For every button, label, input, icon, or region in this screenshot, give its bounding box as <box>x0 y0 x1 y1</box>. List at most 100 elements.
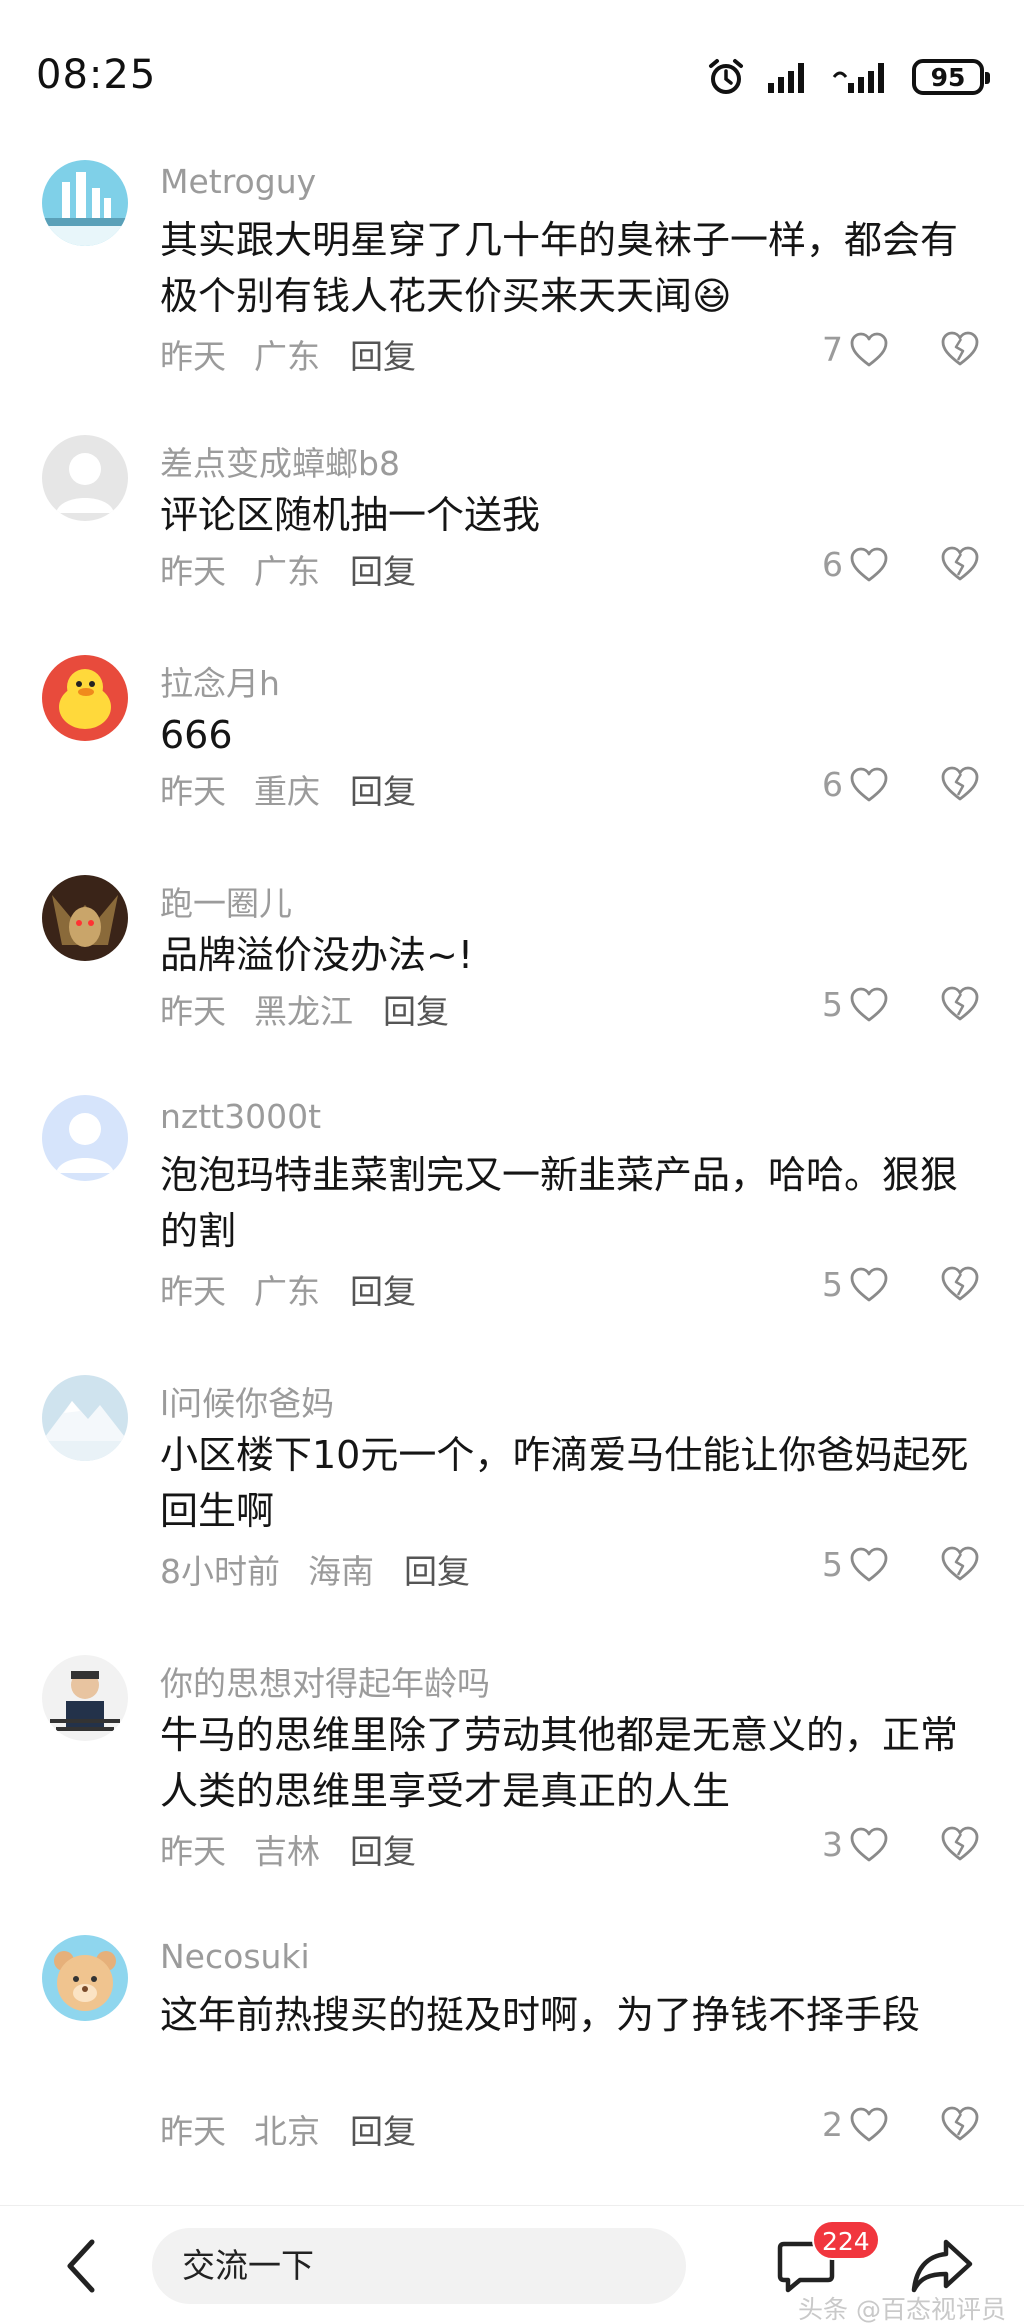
avatar[interactable] <box>42 1935 128 2021</box>
comment-meta: 8小时前 海南 回复 <box>160 1545 470 1593</box>
share-icon <box>911 2239 973 2293</box>
dislike-heart-icon <box>941 766 979 801</box>
comment-text: 其实跟大明星穿了几十年的臭袜子一样，都会有极个别有钱人花天价买来天天闻😆 <box>160 218 959 318</box>
battery-icon: 95 <box>912 59 990 95</box>
watermark: 头条 @百态视评员 <box>798 2295 1006 2323</box>
comment-text: 666 <box>160 713 233 757</box>
comment-username[interactable]: Necosuki <box>160 1937 310 1976</box>
heart-icon <box>850 547 888 581</box>
heart-icon <box>850 767 888 801</box>
dislike-button[interactable] <box>940 765 980 803</box>
dislike-button[interactable] <box>940 330 980 368</box>
like-count: 5 <box>822 1545 843 1584</box>
comment-location: 广东 <box>254 552 320 591</box>
back-button[interactable] <box>58 2236 108 2296</box>
avatar[interactable] <box>42 435 128 521</box>
comment-text: 泡泡玛特韭菜割完又一新韭菜产品，哈哈。狠狠的割 <box>160 1153 959 1253</box>
reply-button[interactable]: 回复 <box>350 1825 416 1873</box>
dislike-heart-icon <box>941 986 979 1021</box>
comment-text: 评论区随机抽一个送我 <box>160 493 541 537</box>
like-count: 3 <box>822 1825 843 1864</box>
comment-location: 重庆 <box>254 772 320 811</box>
reply-button[interactable]: 回复 <box>350 330 416 378</box>
dislike-button[interactable] <box>940 545 980 583</box>
comment-username[interactable]: 拉念月h <box>160 657 280 705</box>
dislike-heart-icon <box>941 2106 979 2141</box>
dislike-heart-icon <box>941 1266 979 1301</box>
reply-button[interactable]: 回复 <box>383 985 449 1033</box>
comment-time: 昨天 <box>160 1272 226 1311</box>
dislike-heart-icon <box>941 331 979 366</box>
comment-username[interactable]: 跑一圈儿 <box>160 877 292 925</box>
like-count: 2 <box>822 2105 843 2144</box>
comment-username[interactable]: nztt3000t <box>160 1097 321 1136</box>
like-count: 6 <box>822 545 843 584</box>
comment-location: 黑龙江 <box>254 992 353 1031</box>
like-count: 5 <box>822 1265 843 1304</box>
comment-text: 品牌溢价没办法~! <box>160 933 474 977</box>
like-button[interactable]: 2 <box>822 2105 889 2144</box>
reply-button[interactable]: 回复 <box>350 1265 416 1313</box>
comment-meta: 昨天 广东 回复 <box>160 1265 416 1313</box>
signal-icon <box>768 63 804 93</box>
reply-button[interactable]: 回复 <box>404 1545 470 1593</box>
avatar[interactable] <box>42 160 128 246</box>
comment-time: 昨天 <box>160 772 226 811</box>
dislike-button[interactable] <box>940 1825 980 1863</box>
dislike-button[interactable] <box>940 1265 980 1303</box>
comment-time: 昨天 <box>160 337 226 376</box>
like-button[interactable]: 3 <box>822 1825 889 1864</box>
comment-meta: 昨天 重庆 回复 <box>160 765 416 813</box>
comment-time: 昨天 <box>160 1832 226 1871</box>
reply-button[interactable]: 回复 <box>350 765 416 813</box>
like-button[interactable]: 5 <box>822 985 889 1024</box>
dislike-button[interactable] <box>940 2105 980 2143</box>
reply-button[interactable]: 回复 <box>350 2105 416 2153</box>
reply-button[interactable]: 回复 <box>350 545 416 593</box>
like-button[interactable]: 6 <box>822 545 889 584</box>
comment-text: 这年前热搜买的挺及时啊，为了挣钱不择手段 <box>160 1993 921 2037</box>
heart-icon <box>850 1547 888 1581</box>
like-count: 5 <box>822 985 843 1024</box>
comment-meta: 昨天 广东 回复 <box>160 545 416 593</box>
comment-meta: 昨天 黑龙江 回复 <box>160 985 449 1033</box>
like-button[interactable]: 7 <box>822 330 889 369</box>
like-button[interactable]: 6 <box>822 765 889 804</box>
comment-username[interactable]: 你的思想对得起年龄吗 <box>160 1657 490 1705</box>
avatar[interactable] <box>42 1655 128 1741</box>
comment-username[interactable]: l问候你爸妈 <box>160 1377 334 1425</box>
comment-meta: 昨天 北京 回复 <box>160 2105 416 2153</box>
comment-input[interactable]: 交流一下 <box>152 2228 686 2304</box>
comment-username[interactable]: Metroguy <box>160 162 316 201</box>
dislike-heart-icon <box>941 546 979 581</box>
dislike-button[interactable] <box>940 1545 980 1583</box>
comment-location: 广东 <box>254 1272 320 1311</box>
heart-icon <box>850 1827 888 1861</box>
comment-location: 北京 <box>254 2112 320 2151</box>
like-button[interactable]: 5 <box>822 1545 889 1584</box>
bottom-bar: 交流一下 224 头条 @百态视评员 <box>0 2205 1024 2323</box>
status-icons: 95 <box>706 55 990 99</box>
like-button[interactable]: 5 <box>822 1265 889 1304</box>
avatar[interactable] <box>42 1095 128 1181</box>
avatar[interactable] <box>42 1375 128 1461</box>
like-count: 6 <box>822 765 843 804</box>
heart-icon <box>850 1267 888 1301</box>
avatar[interactable] <box>42 655 128 741</box>
alarm-icon <box>709 59 743 94</box>
comment-location: 吉林 <box>254 1832 320 1871</box>
status-time: 08:25 <box>36 52 157 98</box>
like-count: 7 <box>822 330 843 369</box>
signal-icon <box>832 63 884 93</box>
comment-time: 昨天 <box>160 992 226 1031</box>
comment-time: 昨天 <box>160 2112 226 2151</box>
comment-meta: 昨天 吉林 回复 <box>160 1825 416 1873</box>
status-bar: 08:25 95 <box>0 0 1024 150</box>
avatar[interactable] <box>42 875 128 961</box>
heart-icon <box>850 987 888 1021</box>
dislike-heart-icon <box>941 1546 979 1581</box>
share-button[interactable] <box>910 2236 974 2294</box>
dislike-button[interactable] <box>940 985 980 1023</box>
comment-username[interactable]: 差点变成蟑螂b8 <box>160 437 400 485</box>
message-count-badge: 224 <box>812 2220 880 2260</box>
